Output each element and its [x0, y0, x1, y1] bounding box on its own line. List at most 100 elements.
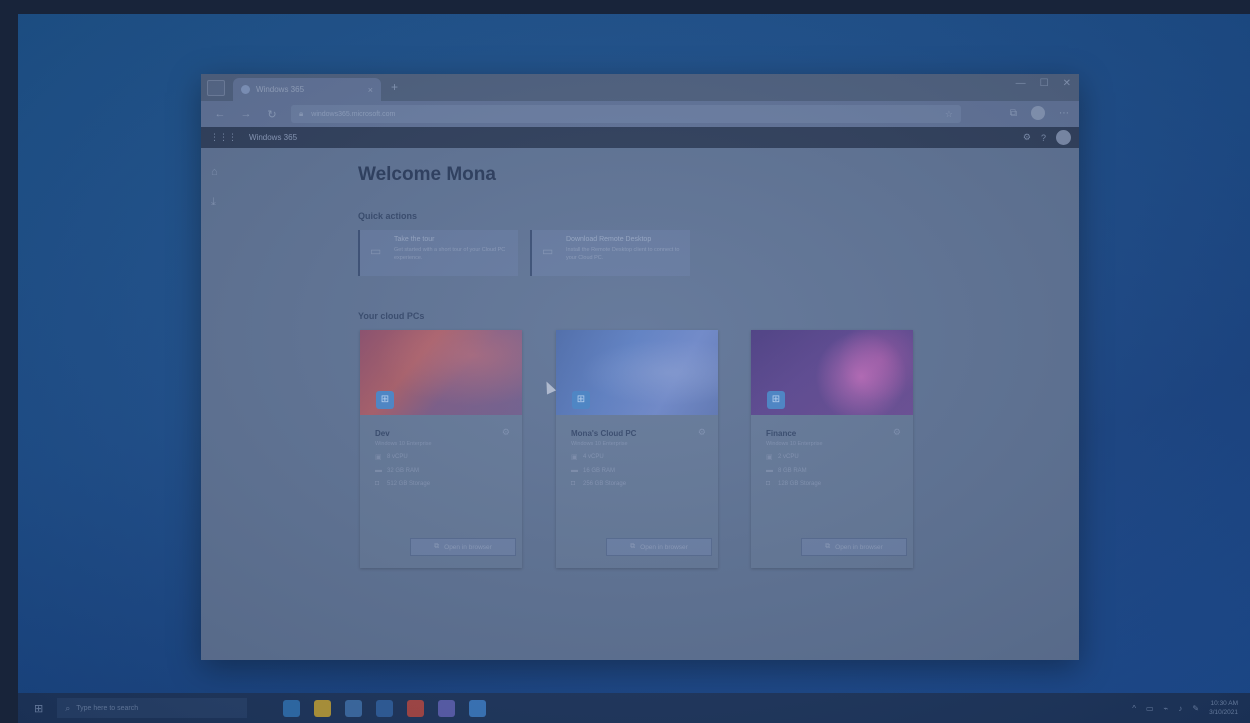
tab-strip: Windows 365 × + — ☐ ✕ — [201, 74, 1079, 101]
mouse-cursor-icon — [541, 379, 557, 395]
system-tray: ^ ▭ ⌁ ♪ ✎ 10:30 AM 3/10/2021 — [1132, 699, 1238, 717]
open-in-browser-button[interactable]: ⧉ Open in browser — [606, 538, 712, 556]
taskbar-search[interactable]: ⌕ Type here to search — [57, 698, 248, 718]
avatar[interactable] — [1056, 130, 1071, 145]
spec-ram: ▬ 32 GB RAM — [375, 467, 420, 474]
pc-name: Mona's Cloud PC — [571, 429, 637, 438]
quick-actions-heading: Quick actions — [358, 211, 418, 221]
refresh-icon[interactable]: ↻ — [265, 108, 279, 121]
download-client-icon: ▭ — [542, 244, 554, 258]
maximize-icon[interactable]: ☐ — [1040, 78, 1049, 89]
cpu-icon: ▣ — [766, 454, 773, 461]
office-icon[interactable] — [407, 699, 425, 717]
help-icon[interactable]: ? — [1041, 133, 1046, 143]
tray-display-icon[interactable]: ▭ — [1146, 704, 1154, 713]
quick-action-take-tour[interactable]: ▭ Take the tour Get started with a short… — [358, 230, 518, 276]
taskbar: ⊞ ⌕ Type here to search ^ ▭ ⌁ ♪ ✎ 10:30 … — [18, 693, 1250, 723]
minimize-icon[interactable]: — — [1016, 78, 1026, 89]
profile-icon[interactable] — [1031, 106, 1045, 120]
browser-window: Windows 365 × + — ☐ ✕ ← → ↻ 🔒︎ windows36… — [201, 74, 1079, 660]
new-tab-icon[interactable]: + — [391, 80, 398, 94]
pc-settings-icon[interactable]: ⚙ — [698, 427, 706, 438]
pc-settings-icon[interactable]: ⚙ — [893, 427, 901, 438]
close-window-icon[interactable]: ✕ — [1063, 78, 1071, 89]
tour-icon: ▭ — [370, 244, 382, 258]
network-icon[interactable]: ⌁ — [1164, 704, 1169, 713]
back-icon[interactable]: ← — [213, 108, 227, 120]
app-name: Windows 365 — [249, 133, 298, 142]
pc-thumbnail[interactable]: ⊞ — [556, 330, 718, 415]
open-icon: ⧉ — [630, 543, 636, 550]
ram-icon: ▬ — [766, 467, 773, 474]
pc-os: Windows 10 Enterprise — [766, 441, 823, 447]
spec-cpu: ▣ 4 vCPU — [571, 454, 604, 461]
favorite-icon[interactable]: ☆ — [945, 109, 953, 120]
app-launcher-icon[interactable]: ⋮⋮⋮ — [210, 132, 237, 143]
quick-action-name: Take the tour — [394, 236, 435, 243]
outlook-icon[interactable] — [376, 699, 394, 717]
lock-icon: 🔒︎ — [299, 109, 304, 118]
search-placeholder: Type here to search — [76, 704, 139, 712]
start-icon[interactable]: ⊞ — [34, 702, 43, 715]
windows-logo-icon: ⊞ — [572, 391, 590, 409]
pen-icon[interactable]: ✎ — [1192, 704, 1199, 713]
windows-logo-icon: ⊞ — [376, 391, 394, 409]
favicon-icon — [241, 85, 250, 94]
collections-icon[interactable]: ⧉ — [1010, 108, 1017, 119]
pc-os: Windows 10 Enterprise — [375, 441, 432, 447]
taskbar-apps — [283, 699, 487, 717]
clock-time: 10:30 AM — [1210, 700, 1238, 707]
cloud-pc-card: ⊞ Mona's Cloud PC Windows 10 Enterprise … — [556, 330, 718, 568]
open-in-browser-button[interactable]: ⧉ Open in browser — [410, 538, 516, 556]
ram-icon: ▬ — [375, 467, 382, 474]
spec-ram: ▬ 16 GB RAM — [571, 467, 616, 474]
remote-desktop-icon[interactable] — [469, 699, 487, 717]
download-icon[interactable]: ⤓ — [211, 196, 216, 209]
spec-cpu: ▣ 2 vCPU — [766, 454, 799, 461]
left-rail: ⌂ ⤓ — [201, 148, 241, 660]
spec-cpu: ▣ 8 vCPU — [375, 454, 408, 461]
pc-os: Windows 10 Enterprise — [571, 441, 628, 447]
quick-action-download-rd[interactable]: ▭ Download Remote Desktop Install the Re… — [530, 230, 690, 276]
open-in-browser-button[interactable]: ⧉ Open in browser — [801, 538, 907, 556]
ram-icon: ▬ — [571, 467, 578, 474]
desktop-screen: Windows 365 × + — ☐ ✕ ← → ↻ 🔒︎ windows36… — [18, 14, 1250, 723]
clock-date: 3/10/2021 — [1209, 709, 1238, 716]
forward-icon[interactable]: → — [239, 108, 253, 120]
clock[interactable]: 10:30 AM 3/10/2021 — [1209, 699, 1238, 717]
tray-overflow-icon[interactable]: ^ — [1132, 704, 1136, 713]
tab-title: Windows 365 — [256, 85, 305, 94]
file-explorer-icon[interactable] — [314, 699, 332, 717]
address-bar[interactable]: 🔒︎ windows365.microsoft.com ☆ — [291, 105, 961, 123]
spec-ram: ▬ 8 GB RAM — [766, 467, 807, 474]
monitor-frame: Windows 365 × + — ☐ ✕ ← → ↻ 🔒︎ windows36… — [0, 0, 1250, 723]
storage-icon: ◘ — [571, 480, 576, 487]
browser-tab[interactable]: Windows 365 × — [233, 78, 381, 101]
cloud-pc-card: ⊞ Finance Windows 10 Enterprise ⚙ ▣ 2 vCP… — [751, 330, 913, 568]
settings-icon[interactable]: ⚙ — [1023, 132, 1031, 143]
spec-storage: ◘ 128 GB Storage — [766, 480, 822, 487]
open-icon: ⧉ — [434, 543, 440, 550]
pc-thumbnail[interactable]: ⊞ — [360, 330, 522, 415]
your-cloud-pcs-heading: Your cloud PCs — [358, 311, 425, 321]
edge-icon[interactable] — [283, 699, 301, 717]
storage-icon: ◘ — [375, 480, 380, 487]
volume-icon[interactable]: ♪ — [1178, 704, 1182, 713]
more-icon[interactable]: ⋯ — [1059, 108, 1069, 119]
pc-settings-icon[interactable]: ⚙ — [502, 427, 510, 438]
cpu-icon: ▣ — [571, 454, 578, 461]
url-text: windows365.microsoft.com — [311, 110, 396, 118]
store-icon[interactable] — [345, 699, 363, 717]
pc-name: Finance — [766, 429, 797, 438]
open-icon: ⧉ — [825, 543, 831, 550]
storage-icon: ◘ — [766, 480, 771, 487]
address-bar-row: ← → ↻ 🔒︎ windows365.microsoft.com ☆ ⧉ ⋯ — [201, 101, 1079, 127]
tab-actions-icon[interactable] — [207, 80, 225, 96]
cpu-icon: ▣ — [375, 454, 382, 461]
tab-close-icon[interactable]: × — [368, 85, 373, 95]
teams-icon[interactable] — [438, 699, 456, 717]
quick-action-desc: Install the Remote Desktop client to con… — [566, 247, 680, 261]
page-title: Welcome Mona — [358, 164, 496, 185]
home-icon[interactable]: ⌂ — [211, 166, 218, 178]
pc-thumbnail[interactable]: ⊞ — [751, 330, 913, 415]
